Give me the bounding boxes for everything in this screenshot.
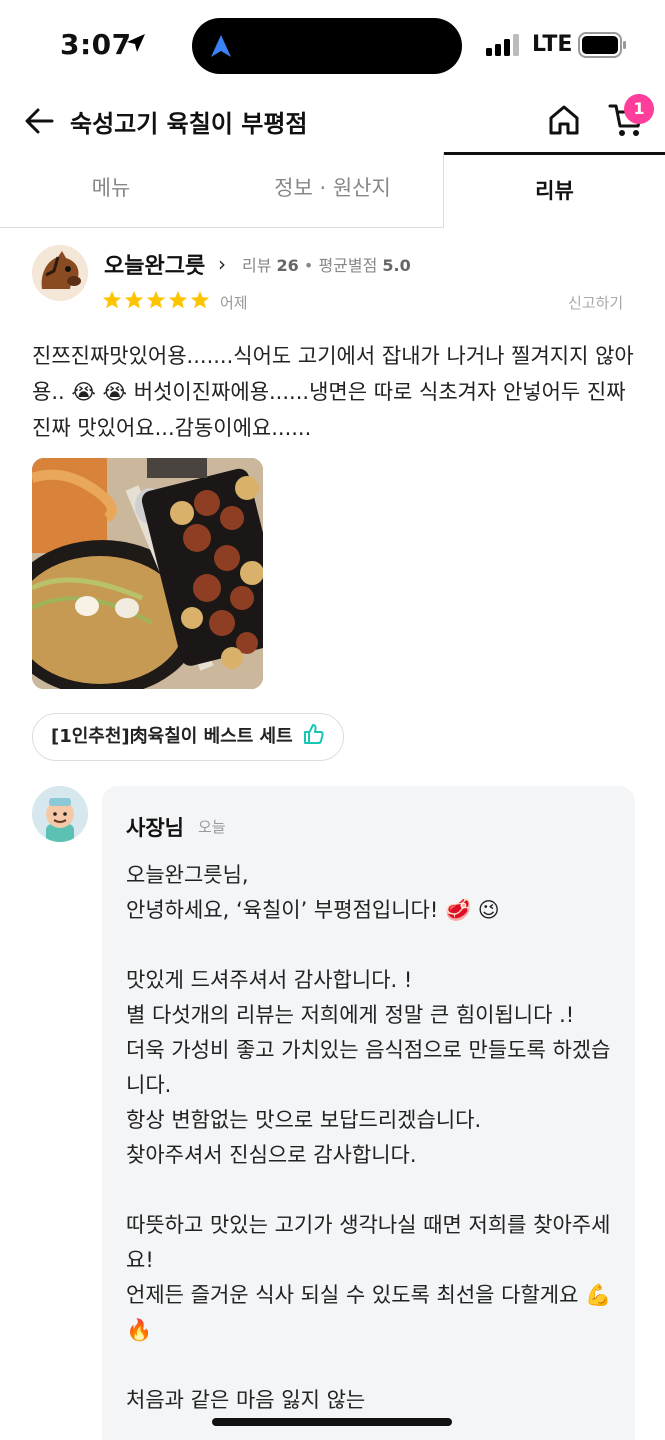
star-icon bbox=[146, 291, 166, 309]
app-header: 숙성고기 육칠이 부평점 bbox=[0, 90, 665, 154]
reviewer-avatar[interactable] bbox=[32, 245, 88, 301]
food-photo-image bbox=[32, 458, 263, 689]
review-photo[interactable] bbox=[32, 458, 263, 689]
tab-info[interactable]: 정보 · 원산지 bbox=[222, 152, 444, 228]
battery-icon bbox=[578, 32, 626, 58]
avg-rating-label: 평균별점 bbox=[318, 256, 378, 275]
star-rating bbox=[102, 291, 210, 309]
owner-name: 사장님 bbox=[126, 816, 184, 840]
review-text: 진쯔진짜맛있어용.......식어도 고기에서 잡내가 나거나 찔겨지지 않아용… bbox=[32, 344, 634, 440]
horse-avatar-icon bbox=[32, 245, 88, 301]
review-count: 26 bbox=[276, 256, 299, 275]
reviewer-name[interactable]: 오늘완그릇 bbox=[104, 248, 205, 280]
ordered-menu-tag[interactable]: [1인추천]肉육칠이 베스트 세트 bbox=[32, 713, 344, 761]
back-arrow-icon[interactable] bbox=[22, 104, 56, 138]
reviewer-stats: 리뷰 26 • 평균별점 5.0 bbox=[242, 252, 411, 276]
home-icon[interactable] bbox=[546, 102, 582, 138]
owner-reply-date: 오늘 bbox=[198, 818, 226, 836]
tab-review[interactable]: 리뷰 bbox=[444, 152, 665, 228]
tab-menu[interactable]: 메뉴 bbox=[0, 152, 222, 228]
avg-rating: 5.0 bbox=[382, 256, 411, 275]
status-time: 3:07 bbox=[60, 28, 132, 61]
menu-tag-label: [1인추천]肉육칠이 베스트 세트 bbox=[51, 726, 293, 747]
owner-character-icon bbox=[32, 786, 88, 842]
status-bar: 3:07 LTE bbox=[0, 0, 665, 90]
review-date: 어제 bbox=[220, 294, 248, 312]
cart-count-badge: 1 bbox=[624, 94, 654, 124]
owner-avatar bbox=[32, 786, 88, 842]
dynamic-island bbox=[192, 18, 462, 74]
review-count-label: 리뷰 bbox=[242, 256, 272, 275]
star-icon bbox=[102, 291, 122, 309]
thumbs-up-icon bbox=[303, 724, 324, 744]
owner-reply-text: 오늘완그릇님, 안녕하세요, ‘육칠이’ 부평점입니다! 🥩 😉 맛있게 드셔주… bbox=[126, 863, 612, 1412]
home-indicator[interactable] bbox=[212, 1418, 452, 1426]
tab-bar: 메뉴 정보 · 원산지 리뷰 bbox=[0, 152, 665, 228]
chevron-right-icon[interactable]: › bbox=[218, 252, 226, 276]
store-title: 숙성고기 육칠이 부평점 bbox=[70, 110, 308, 138]
meta-separator: • bbox=[303, 256, 319, 275]
location-arrow-icon bbox=[127, 34, 145, 52]
star-icon bbox=[168, 291, 188, 309]
navigation-arrow-icon bbox=[211, 35, 231, 57]
star-icon bbox=[124, 291, 144, 309]
network-label: LTE bbox=[532, 32, 573, 57]
report-button[interactable]: 신고하기 bbox=[568, 292, 623, 313]
star-icon bbox=[190, 291, 210, 309]
signal-icon bbox=[486, 34, 519, 56]
